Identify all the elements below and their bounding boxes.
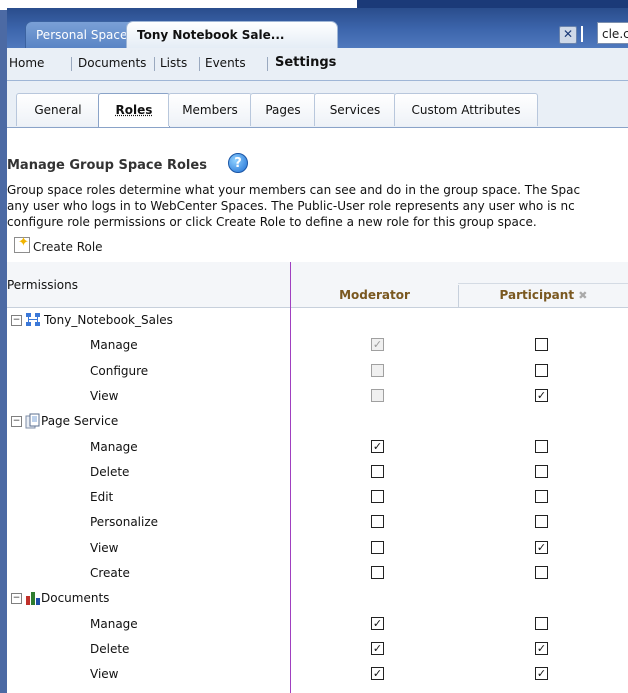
create-role-icon [14, 233, 30, 253]
permission-label: View [90, 389, 119, 403]
permission-label: Personalize [90, 515, 159, 529]
permission-label: Manage [90, 440, 138, 454]
collapse-icon[interactable]: − [11, 315, 22, 326]
close-icon[interactable]: ✕ [559, 26, 577, 44]
permission-row: View [7, 662, 628, 687]
moderator-checkbox[interactable] [371, 364, 384, 377]
participant-checkbox[interactable] [535, 617, 548, 630]
description-line: any user who logs in to WebCenter Spaces… [7, 199, 575, 213]
permission-row: Manage [7, 435, 628, 460]
group-space-icon [25, 312, 41, 328]
permission-label: Manage [90, 617, 138, 631]
permission-label: View [90, 541, 119, 555]
permission-label: Delete [90, 465, 130, 479]
nav-separator [71, 57, 72, 71]
navigation-bar: Home Documents Lists Events Settings [7, 48, 628, 81]
group-name: Tony_Notebook_Sales [44, 313, 173, 327]
help-icon[interactable]: ? [228, 153, 248, 173]
permission-row: Configure [7, 359, 628, 384]
moderator-checkbox[interactable] [371, 389, 384, 402]
participant-checkbox[interactable] [535, 440, 548, 453]
column-header-participant[interactable]: Participant ✖ [459, 283, 628, 307]
permission-label: Delete [90, 642, 130, 656]
moderator-checkbox[interactable] [371, 338, 384, 351]
moderator-checkbox[interactable] [371, 642, 384, 655]
moderator-checkbox[interactable] [371, 440, 384, 453]
description-line: Group space roles determine what your me… [7, 183, 581, 197]
moderator-checkbox[interactable] [371, 617, 384, 630]
permission-row: Delete [7, 637, 628, 662]
subtab-custom-attributes[interactable]: Custom Attributes [394, 93, 538, 126]
subtab-pages[interactable]: Pages [250, 93, 316, 126]
permission-row: Manage [7, 612, 628, 637]
participant-checkbox[interactable] [535, 338, 548, 351]
group-name: Documents [41, 591, 110, 605]
page-title: Manage Group Space Roles [7, 158, 207, 173]
description-line: configure role permissions or click Crea… [7, 215, 537, 229]
moderator-checkbox[interactable] [371, 566, 384, 579]
tab-separator [581, 26, 583, 42]
nav-separator [199, 57, 200, 71]
permission-group-row: − Tony_Notebook_Sales [7, 308, 628, 333]
documents-icon [25, 590, 41, 606]
settings-subtab-bar: General Roles Members Pages Services Cus… [7, 81, 628, 128]
permission-label: Edit [90, 490, 114, 504]
nav-separator [267, 57, 268, 71]
subtab-services[interactable]: Services [314, 93, 396, 126]
collapse-icon[interactable]: − [11, 416, 22, 427]
nav-settings[interactable]: Settings [275, 48, 336, 80]
subtab-roles-label: Roles [115, 103, 153, 117]
participant-checkbox[interactable] [535, 490, 548, 503]
tab-strip: Personal Space Tony Notebook Sale... ✕ c… [7, 8, 628, 50]
moderator-checkbox[interactable] [371, 490, 384, 503]
column-header-permissions: Permissions [7, 278, 78, 292]
group-name: Page Service [41, 414, 119, 428]
page-description: Group space roles determine what your me… [7, 182, 628, 230]
permission-row: View [7, 536, 628, 561]
permission-row: Create [7, 561, 628, 586]
subtab-roles[interactable]: Roles [98, 93, 170, 128]
collapse-icon[interactable]: − [11, 593, 22, 604]
permission-row: Delete [7, 460, 628, 485]
create-role-label: Create Role [33, 240, 103, 254]
nav-separator [154, 57, 155, 71]
tab-tony-notebook-sales[interactable]: Tony Notebook Sale... [126, 21, 338, 50]
permission-row: Manage [7, 333, 628, 358]
moderator-checkbox[interactable] [371, 465, 384, 478]
participant-checkbox[interactable] [535, 667, 548, 680]
nav-documents[interactable]: Documents [78, 48, 146, 80]
nav-home[interactable]: Home [9, 48, 44, 80]
permission-label: View [90, 667, 119, 681]
subtab-general[interactable]: General [16, 93, 100, 126]
subtab-members[interactable]: Members [168, 93, 252, 126]
moderator-checkbox[interactable] [371, 667, 384, 680]
permission-label: Create [90, 566, 130, 580]
permission-row: Personalize [7, 510, 628, 535]
moderator-checkbox[interactable] [371, 541, 384, 554]
participant-checkbox[interactable] [535, 515, 548, 528]
permission-row: Edit [7, 485, 628, 510]
create-role-button[interactable]: Create Role [14, 233, 103, 257]
search-input[interactable]: cle.c [597, 22, 628, 44]
participant-checkbox[interactable] [535, 642, 548, 655]
nav-events[interactable]: Events [205, 48, 246, 80]
nav-lists[interactable]: Lists [160, 48, 187, 80]
permission-group-row: − Page Service [7, 409, 628, 434]
permission-label: Manage [90, 338, 138, 352]
participant-checkbox[interactable] [535, 364, 548, 377]
frame-left-edge [0, 10, 7, 693]
participant-checkbox[interactable] [535, 541, 548, 554]
participant-label: Participant [499, 288, 575, 302]
subtab-divider [7, 127, 628, 128]
participant-checkbox[interactable] [535, 389, 548, 402]
moderator-checkbox[interactable] [371, 515, 384, 528]
permission-group-row: − Documents [7, 586, 628, 611]
permission-label: Configure [90, 364, 149, 378]
permission-row: View [7, 384, 628, 409]
page-service-icon [25, 413, 41, 429]
column-header-moderator[interactable]: Moderator [291, 283, 458, 307]
delete-role-icon[interactable]: ✖ [578, 289, 587, 302]
participant-checkbox[interactable] [535, 465, 548, 478]
participant-checkbox[interactable] [535, 566, 548, 579]
